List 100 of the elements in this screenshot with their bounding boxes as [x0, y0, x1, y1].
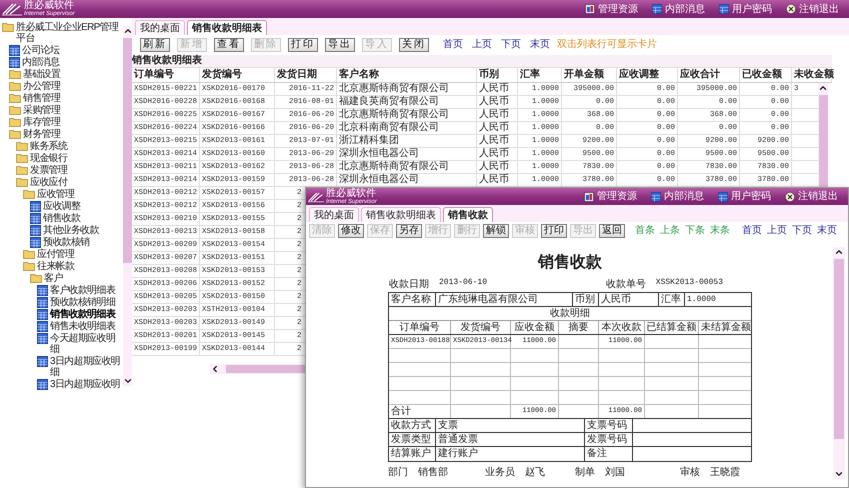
- tree-item[interactable]: 应收应付: [30, 177, 68, 188]
- tree-item[interactable]: 库存管理: [23, 117, 60, 128]
- tree-item[interactable]: 胜必威工业企业ERP管理平台: [16, 22, 123, 44]
- menu-link[interactable]: 注销退出: [786, 2, 839, 16]
- menu-link[interactable]: 用户密码: [719, 2, 772, 16]
- folder-icon: [9, 117, 21, 127]
- menu-link[interactable]: 内部消息: [652, 2, 705, 16]
- field-label: 收款单号: [606, 278, 646, 292]
- tree-item[interactable]: 3日内超期应收明细: [50, 356, 123, 378]
- page-link[interactable]: 上页: [767, 223, 787, 238]
- column-header: 本次收款: [599, 321, 645, 334]
- tree-item[interactable]: 公司论坛: [22, 45, 60, 56]
- tree-item[interactable]: 应收调整: [43, 201, 80, 212]
- tree-item[interactable]: 内部消息: [22, 57, 60, 68]
- table-cell: 福建良英商贸有限公司: [337, 96, 477, 108]
- tree-item[interactable]: 销售管理: [23, 93, 60, 104]
- tab[interactable]: 我的桌面: [135, 20, 185, 35]
- menu-link[interactable]: 用户密码: [718, 189, 771, 204]
- page-link[interactable]: 末页: [817, 223, 837, 238]
- folder-icon: [9, 81, 21, 91]
- table-cell: 北京科南商贸有限公司: [337, 122, 477, 134]
- tree-item[interactable]: 应付管理: [37, 249, 74, 260]
- tree-item[interactable]: 3日内超期应收明: [50, 379, 120, 390]
- table-icon: [30, 237, 41, 248]
- toolbar-button[interactable]: 关闭: [399, 38, 429, 52]
- tree-item[interactable]: 销售未收明细表: [50, 321, 116, 332]
- tab[interactable]: 销售收款: [443, 207, 493, 222]
- grid-icon: [652, 4, 662, 14]
- grid-icon: [651, 192, 661, 202]
- folder-icon: [16, 177, 28, 187]
- toolbar-button[interactable]: 另存: [396, 224, 422, 238]
- tree-item[interactable]: 采购管理: [23, 105, 60, 116]
- scroll-down-icon[interactable]: [834, 469, 844, 479]
- tree-item[interactable]: 销售收款: [43, 213, 80, 224]
- tree-item[interactable]: 基础设置: [23, 69, 60, 80]
- toolbar-button[interactable]: 刷新: [140, 38, 170, 52]
- record-link[interactable]: 首条: [635, 223, 655, 238]
- folder-icon: [23, 249, 35, 259]
- tree-item[interactable]: 办公管理: [23, 81, 60, 92]
- scrollbar[interactable]: [833, 247, 845, 479]
- page-link[interactable]: 末页: [530, 37, 550, 52]
- form-title: 销售收款: [536, 253, 603, 271]
- tree-item[interactable]: 发票管理: [30, 165, 68, 176]
- record-link[interactable]: 上条: [660, 223, 680, 238]
- tree-item[interactable]: 销售收款明细表: [50, 309, 116, 320]
- record-link[interactable]: 下条: [685, 223, 705, 238]
- tree-item[interactable]: 应收管理: [37, 189, 74, 200]
- toolbar-button[interactable]: 解锁: [483, 224, 509, 238]
- tree-item[interactable]: 今天超期应收明细: [50, 333, 123, 355]
- field-label: 审核: [680, 466, 700, 480]
- column-header: 币别: [477, 68, 518, 82]
- folder-icon: [9, 105, 21, 115]
- logo-text: 胜必威软件: [24, 0, 74, 11]
- page-link[interactable]: 首页: [742, 223, 762, 238]
- scroll-up-icon[interactable]: [122, 26, 132, 36]
- menu-link[interactable]: 内部消息: [651, 189, 704, 204]
- toolbar-button[interactable]: 返回: [599, 224, 625, 238]
- field-value: 1.0000: [686, 294, 717, 306]
- page-link[interactable]: 下页: [501, 37, 521, 52]
- toolbar-button[interactable]: 导出: [325, 38, 355, 52]
- table-title: 销售收款明细表: [132, 55, 832, 68]
- page-link[interactable]: 上页: [472, 37, 492, 52]
- column-header: 汇率: [518, 68, 562, 82]
- toolbar-button[interactable]: 打印: [288, 38, 318, 52]
- tab[interactable]: 销售收款明细表: [361, 207, 441, 222]
- table-icon: [37, 285, 48, 296]
- tree-item[interactable]: 其他业务收款: [43, 225, 99, 236]
- toolbar-button[interactable]: 修改: [338, 224, 364, 238]
- column-header: 未收金额: [792, 68, 832, 82]
- scroll-left-icon[interactable]: [210, 364, 220, 374]
- folder-icon: [9, 129, 21, 139]
- field-label: 汇率: [659, 293, 685, 306]
- tab[interactable]: 销售收款明细表: [187, 20, 267, 35]
- tree-item[interactable]: 账务系统: [30, 141, 68, 152]
- record-link[interactable]: 末条: [710, 223, 730, 238]
- menu-link[interactable]: 注销退出: [785, 189, 838, 204]
- toolbar-button[interactable]: 查看: [214, 38, 244, 52]
- toolbar-button[interactable]: 打印: [541, 224, 567, 238]
- menu-link[interactable]: 管理资源: [585, 2, 638, 16]
- page-link[interactable]: 下页: [792, 223, 812, 238]
- page-link[interactable]: 首页: [443, 37, 463, 52]
- table-cell: 北京惠斯特商贸有限公司: [337, 161, 477, 173]
- tree-item[interactable]: 预收款核销明细: [50, 297, 116, 308]
- tree-item[interactable]: 往来帐款: [37, 261, 74, 272]
- window-icon: [585, 4, 595, 14]
- field-value: 人民币: [599, 293, 659, 306]
- scroll-up-icon[interactable]: [818, 83, 828, 93]
- tree-item[interactable]: 客户: [44, 273, 63, 284]
- tree-item[interactable]: 预收款核销: [43, 237, 90, 248]
- column-header: 摘要: [559, 321, 599, 334]
- scrollbar[interactable]: [123, 26, 132, 386]
- menu-link[interactable]: 管理资源: [584, 189, 637, 204]
- tree-item[interactable]: 财务管理: [23, 129, 60, 140]
- scroll-up-icon[interactable]: [834, 247, 844, 257]
- folder-icon: [9, 69, 21, 79]
- tree-item[interactable]: 现金银行: [30, 153, 68, 164]
- table-cell: 人民币: [477, 109, 518, 121]
- tree-item[interactable]: 客户收款明细表: [50, 285, 116, 296]
- scroll-down-icon[interactable]: [122, 376, 132, 386]
- tab[interactable]: 我的桌面: [309, 207, 359, 222]
